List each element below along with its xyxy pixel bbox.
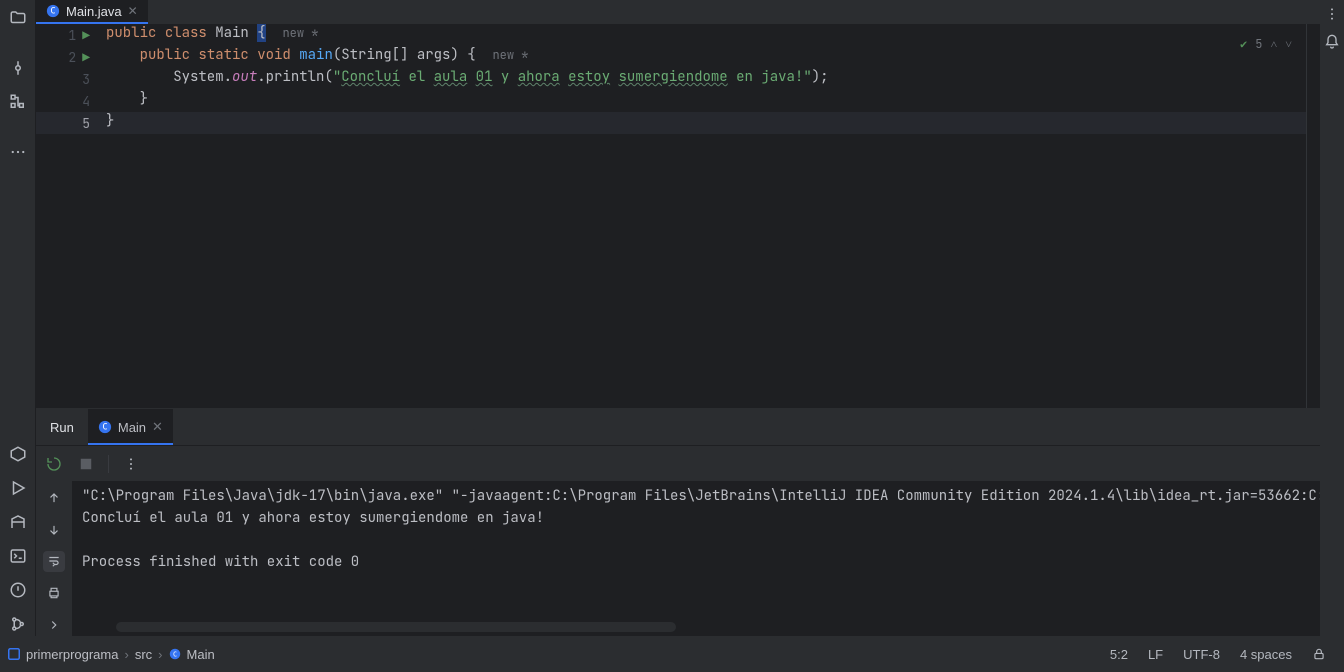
editor-scrollbar[interactable]	[1306, 24, 1320, 408]
right-gutter	[1320, 0, 1344, 636]
notifications-icon[interactable]	[1322, 32, 1342, 52]
breadcrumb-item[interactable]: Main	[187, 647, 215, 662]
line-number: 2	[68, 49, 76, 66]
up-icon[interactable]	[43, 487, 65, 509]
chevron-right-icon: ›	[158, 647, 162, 662]
class-icon: C	[46, 4, 60, 18]
structure-icon[interactable]	[6, 90, 30, 114]
run-side-toolbar	[36, 481, 72, 636]
more-vertical-icon[interactable]	[1322, 4, 1342, 24]
class-icon: C	[98, 420, 112, 434]
editor-tabbar: C Main.java ✕	[36, 0, 1320, 24]
line-number: 5	[82, 115, 90, 132]
readonly-lock-icon[interactable]	[1302, 647, 1336, 661]
inspection-count: 5	[1255, 36, 1262, 52]
gutter-run-icon[interactable]: ▶	[82, 27, 90, 44]
console-output[interactable]: "C:\Program Files\Java\jdk-17\bin\java.e…	[72, 481, 1320, 636]
line-number: 4	[82, 93, 90, 110]
module-icon	[8, 648, 20, 660]
indent-setting[interactable]: 4 spaces	[1230, 647, 1302, 662]
code-content[interactable]: public class Main { new * public static …	[98, 24, 1306, 408]
editor-tab-main[interactable]: C Main.java ✕	[36, 0, 148, 24]
class-icon: C	[169, 648, 181, 660]
editor[interactable]: 1 ▶ 2 ▶ 3 4 5 public class Main { new * pu…	[36, 24, 1320, 408]
console-line	[82, 531, 1310, 553]
left-toolbar	[0, 0, 36, 636]
terminal-icon[interactable]	[6, 544, 30, 568]
chevron-right-icon: ›	[124, 647, 128, 662]
editor-tab-label: Main.java	[66, 4, 122, 19]
rerun-icon[interactable]	[44, 454, 64, 474]
line-ending[interactable]: LF	[1138, 647, 1173, 662]
close-icon[interactable]: ✕	[128, 4, 138, 18]
down-icon[interactable]	[43, 519, 65, 541]
run-tab-label: Main	[118, 420, 146, 435]
breadcrumb-item[interactable]: primerprograma	[26, 647, 118, 662]
vcs-icon[interactable]	[6, 612, 30, 636]
stop-icon[interactable]	[76, 454, 96, 474]
line-number: 1	[68, 27, 76, 44]
line-number: 3	[82, 71, 90, 88]
chevron-down-icon[interactable]: ˅	[1285, 36, 1292, 52]
project-icon[interactable]	[6, 6, 30, 30]
status-bar: primerprograma › src › C Main 5:2 LF UTF…	[0, 636, 1344, 672]
run-tab-main[interactable]: C Main ✕	[88, 409, 173, 445]
close-icon[interactable]: ✕	[152, 419, 163, 435]
run-panel: Run C Main ✕ "C:\Program Files\Java\jdk-…	[36, 408, 1320, 636]
problems-icon[interactable]	[6, 578, 30, 602]
more-horizontal-icon[interactable]	[6, 140, 30, 164]
run-tool-icon[interactable]	[6, 476, 30, 500]
run-toolbar	[36, 445, 1320, 481]
chevron-right-icon[interactable]	[43, 614, 65, 636]
soft-wrap-icon[interactable]	[43, 551, 65, 573]
build-icon[interactable]	[6, 510, 30, 534]
print-icon[interactable]	[43, 582, 65, 604]
breadcrumb[interactable]: primerprograma › src › C Main	[8, 647, 215, 662]
horizontal-scrollbar[interactable]	[116, 622, 676, 632]
run-panel-title: Run	[36, 409, 88, 445]
console-line: Concluí el aula 01 y ahora estoy sumergi…	[82, 509, 1310, 531]
svg-text:C: C	[50, 7, 55, 17]
breadcrumb-item[interactable]: src	[135, 647, 152, 662]
gutter: 1 ▶ 2 ▶ 3 4 5	[36, 24, 98, 408]
services-icon[interactable]	[6, 442, 30, 466]
more-vertical-icon[interactable]	[121, 454, 141, 474]
svg-text:C: C	[102, 423, 107, 433]
check-icon: ✔	[1240, 36, 1247, 52]
console-line: Process finished with exit code 0	[82, 553, 1310, 575]
console-line: "C:\Program Files\Java\jdk-17\bin\java.e…	[82, 487, 1310, 509]
commit-icon[interactable]	[6, 56, 30, 80]
cursor-position[interactable]: 5:2	[1100, 647, 1138, 662]
chevron-up-icon[interactable]: ˄	[1270, 36, 1277, 52]
file-encoding[interactable]: UTF-8	[1173, 647, 1230, 662]
gutter-run-icon[interactable]: ▶	[82, 49, 90, 66]
inspection-widget[interactable]: ✔ 5 ˄ ˅	[1240, 36, 1292, 52]
run-tabbar: Run C Main ✕	[36, 409, 1320, 445]
svg-text:C: C	[172, 650, 176, 658]
